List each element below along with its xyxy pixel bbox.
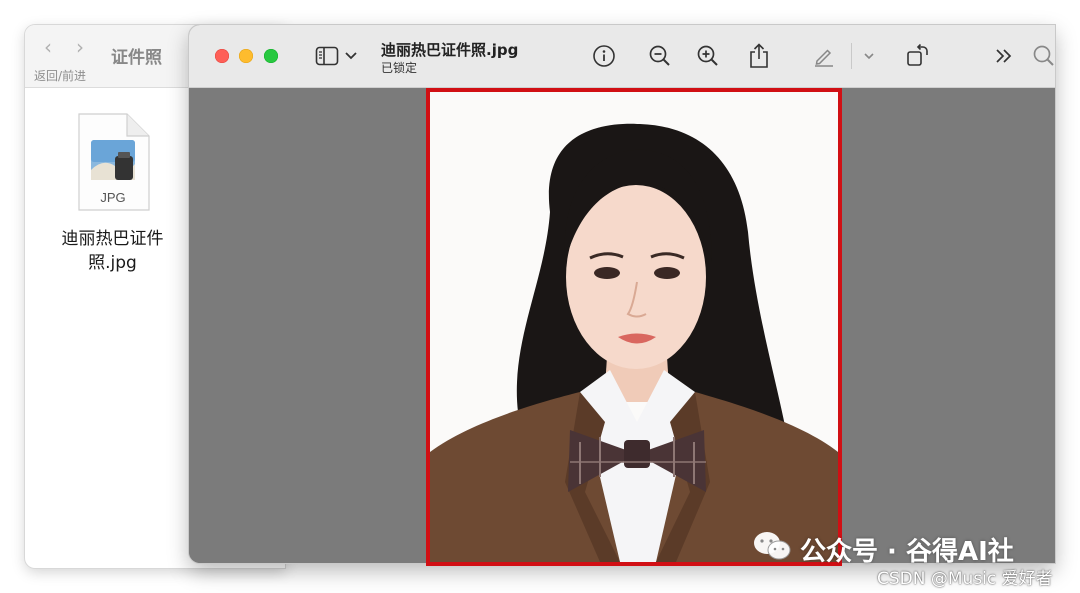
close-button[interactable] [215, 49, 229, 63]
zoom-out-icon[interactable] [647, 43, 673, 69]
id-photo[interactable] [426, 88, 842, 566]
chevron-down-icon[interactable] [343, 43, 359, 69]
more-chevrons-icon[interactable] [991, 43, 1017, 69]
portrait-illustration [430, 92, 838, 562]
share-icon[interactable] [746, 43, 772, 69]
finder-folder-title: 证件照 [111, 48, 162, 68]
file-name-label[interactable]: 迪丽热巴证件照.jpg [45, 227, 180, 275]
file-type-label: JPG [100, 190, 125, 205]
zoom-in-icon[interactable] [695, 43, 721, 69]
jpg-file-icon[interactable]: JPG [75, 112, 151, 212]
document-status[interactable]: 已锁定 [381, 59, 417, 76]
sidebar-toggle-icon[interactable] [314, 43, 340, 69]
wechat-icon [752, 530, 792, 569]
forward-arrow-icon[interactable]: › [72, 37, 88, 57]
csdn-watermark: CSDN @Music 爱好者 [877, 569, 1053, 589]
document-title[interactable]: 迪丽热巴证件照.jpg [381, 39, 518, 60]
rotate-icon[interactable] [905, 43, 931, 69]
toolbar-divider [851, 43, 852, 69]
search-icon[interactable] [1031, 43, 1055, 69]
markup-chevron-down-icon[interactable] [861, 43, 877, 69]
minimize-button[interactable] [239, 49, 253, 63]
preview-toolbar: 迪丽热巴证件照.jpg 已锁定 [189, 25, 1055, 88]
markup-pen-icon[interactable] [811, 43, 837, 69]
maximize-button[interactable] [264, 49, 278, 63]
back-arrow-icon[interactable]: ‹ [40, 37, 56, 57]
wechat-watermark-text: 公众号 · 谷得AI社 [800, 537, 1014, 567]
info-icon[interactable] [591, 43, 617, 69]
nav-label: 返回/前进 [34, 69, 87, 83]
